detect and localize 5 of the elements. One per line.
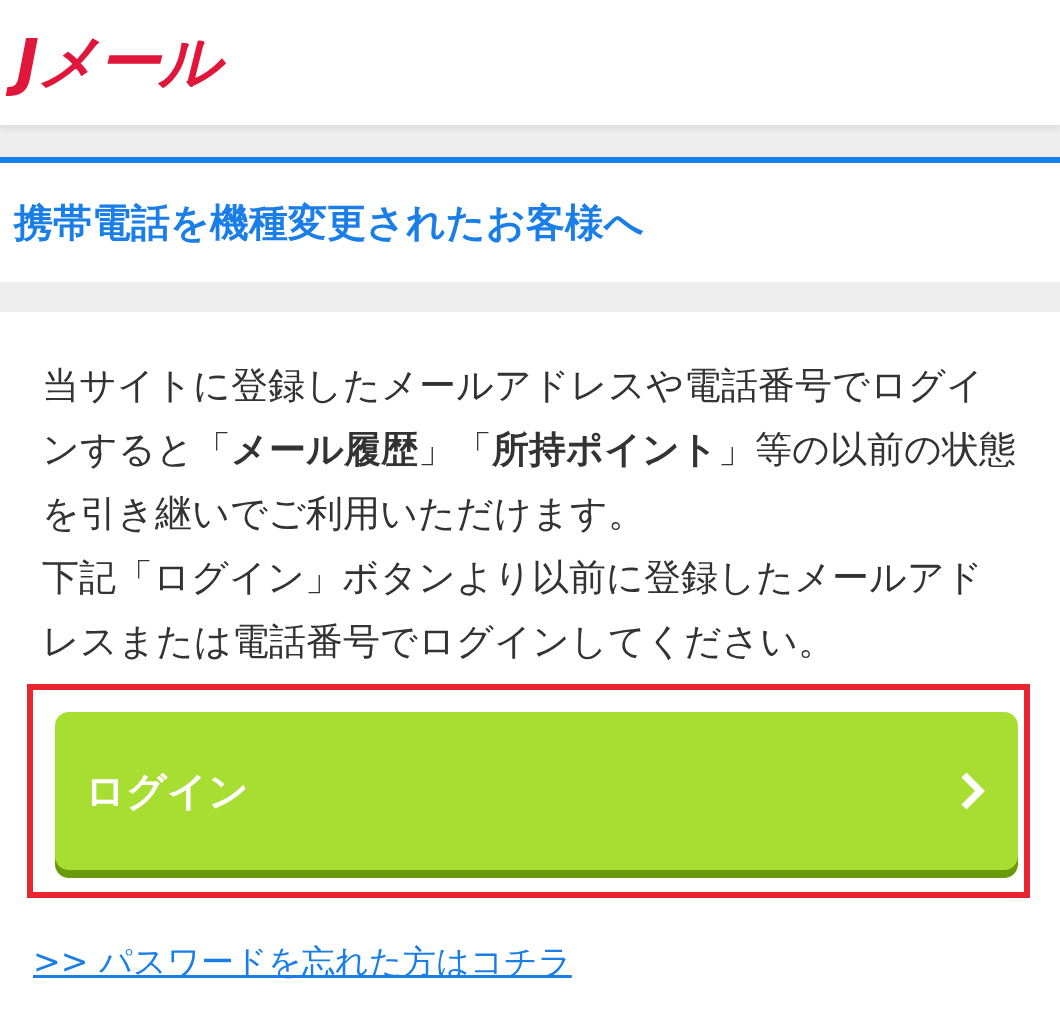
paragraph: 下記「ログイン」ボタンより以前に登録したメールアドレスまたは電話番号でログインしてください。 [41,555,984,665]
page-title: 携帯電話を機種変更されたお客様へ [14,198,644,247]
paragraph: 当サイトに登録したメールアドレスや電話番号でログインすると「メール履歴」「所持ポイント」等の以前の状態を引き継いでご利用いただけます。 [41,363,1017,537]
logo: Jメール [0,17,238,108]
forgot-password-link[interactable]: >> パスワードを忘れた方はコチラ [33,940,572,985]
